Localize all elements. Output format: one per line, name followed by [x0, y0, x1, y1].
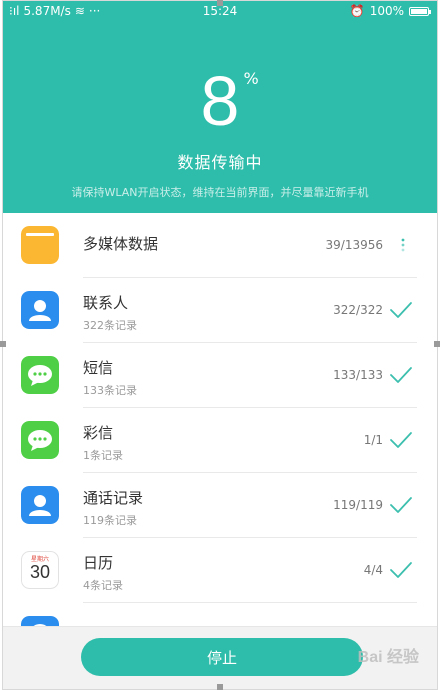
selection-handle — [0, 341, 6, 347]
item-name: 日历 — [83, 554, 114, 572]
battery-icon — [409, 6, 431, 16]
footer-bar: 停止 Bai 经验 — [3, 626, 437, 689]
folder-icon — [21, 226, 59, 264]
selection-handle — [434, 341, 440, 347]
alarm-icon: ⏰ — [349, 4, 365, 18]
clock: 15:24 — [202, 4, 238, 18]
transfer-title: 数据传输中 — [177, 153, 263, 172]
phone-screen: ⁝ıl 5.87M/s ≋ ··· 15:24 ⏰ 100% 8% 数据传输中 … — [2, 0, 438, 690]
progress-readout: 8% — [3, 61, 437, 141]
item-progress: 119/119 — [333, 498, 383, 512]
contact-icon — [21, 486, 59, 524]
item-name: 通话记录 — [83, 489, 144, 507]
progress-percent: 8 — [200, 62, 240, 140]
transfer-item: 联系人 322条记录 322/322 — [3, 278, 437, 343]
item-progress: 4/4 — [363, 563, 383, 577]
message-icon — [21, 421, 59, 459]
transfer-item: 星期六 30 日历 4条记录 4/4 — [3, 538, 437, 603]
check-icon — [389, 364, 413, 386]
item-record-count: 133条记录 — [83, 384, 137, 397]
transfer-item: 通话记录 119条记录 119/119 — [3, 473, 437, 538]
item-name: 短信 — [83, 359, 114, 377]
check-icon — [389, 429, 413, 451]
loading-icon — [389, 234, 413, 256]
transfer-item: 短信 133条记录 133/133 — [3, 343, 437, 408]
item-record-count: 322条记录 — [83, 319, 137, 332]
item-progress: 322/322 — [333, 303, 383, 317]
check-icon — [389, 559, 413, 581]
check-icon — [389, 494, 413, 516]
transfer-hint: 请保持WLAN开启状态，维持在当前界面，并尽量靠近新手机 — [71, 186, 369, 199]
transfer-item: 彩信 1条记录 1/1 — [3, 408, 437, 473]
transfer-item-list: 多媒体数据 39/13956 联系人 322条记录 322/322 短信 133条记录 133… — [3, 213, 437, 668]
selection-handle — [217, 684, 223, 690]
item-record-count: 119条记录 — [83, 514, 137, 527]
calendar-icon: 星期六 30 — [21, 551, 59, 589]
selection-handle — [217, 0, 223, 6]
check-icon — [389, 299, 413, 321]
item-progress: 1/1 — [363, 433, 383, 447]
item-name: 彩信 — [83, 424, 114, 442]
contact-icon — [21, 291, 59, 329]
transfer-item: 多媒体数据 39/13956 — [3, 213, 437, 278]
item-record-count: 4条记录 — [83, 579, 123, 592]
item-progress: 133/133 — [333, 368, 383, 382]
battery-percent: 100% — [369, 4, 404, 18]
message-icon — [21, 356, 59, 394]
item-name: 联系人 — [83, 294, 129, 312]
percent-sign: % — [243, 69, 259, 88]
watermark: Bai 经验 — [357, 649, 419, 666]
item-name: 多媒体数据 — [83, 235, 159, 253]
transfer-header: ⁝ıl 5.87M/s ≋ ··· 15:24 ⏰ 100% 8% 数据传输中 … — [3, 1, 437, 213]
item-progress: 39/13956 — [325, 238, 384, 252]
item-record-count: 1条记录 — [83, 449, 123, 462]
calendar-day: 30 — [29, 562, 51, 582]
stop-button[interactable]: 停止 — [81, 638, 363, 676]
